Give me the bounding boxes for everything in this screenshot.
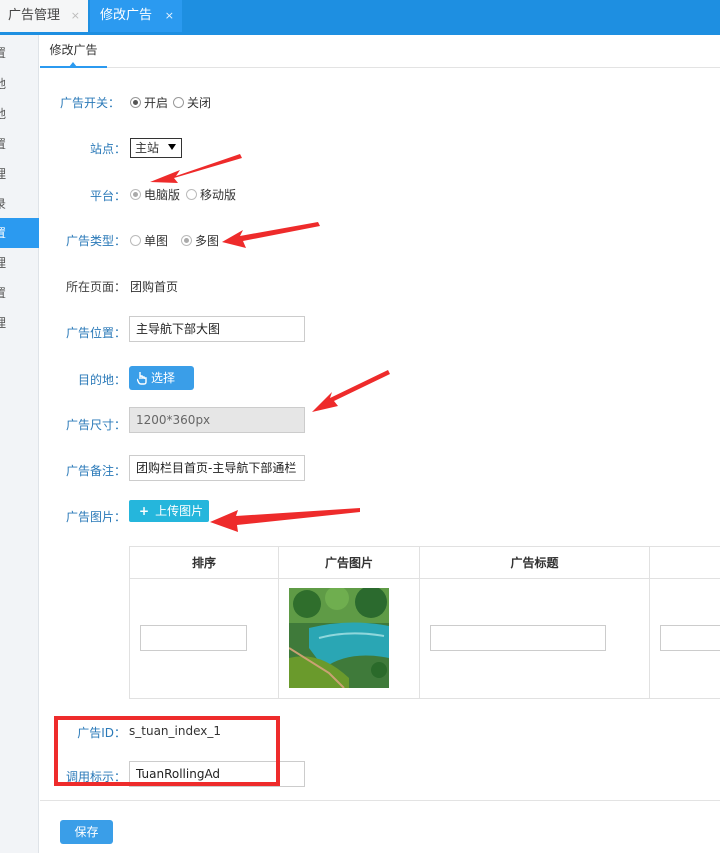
page-value: 团购首页 xyxy=(130,280,179,294)
tab-edit-ad[interactable]: 修改广告 × xyxy=(90,0,182,32)
radio-type-multi[interactable]: 多图 xyxy=(181,232,219,249)
sort-input[interactable] xyxy=(140,625,247,651)
sub-tab-bar: 修改广告 xyxy=(40,35,720,68)
divider xyxy=(40,800,720,801)
image-label: 广告图片： xyxy=(65,510,126,524)
radio-checked-icon[interactable] xyxy=(130,97,141,108)
option-label: 开启 xyxy=(144,96,169,110)
column-header xyxy=(650,547,720,579)
tab-bar: 广告管理 × 修改广告 × xyxy=(0,0,720,32)
site-label: 站点： xyxy=(89,142,126,156)
position-input[interactable]: 主导航下部大图 xyxy=(129,316,305,342)
radio-platform-pc[interactable]: 电脑版 xyxy=(130,186,180,203)
title-cell xyxy=(420,579,650,699)
tab-ad-management[interactable]: 广告管理 × xyxy=(0,0,88,32)
option-label: 关闭 xyxy=(187,96,212,110)
upload-image-button[interactable]: + 上传图片 xyxy=(129,500,209,522)
dropdown-arrow-icon xyxy=(168,144,176,150)
option-label: 多图 xyxy=(195,234,220,248)
sidebar-item[interactable]: 置 xyxy=(0,278,39,308)
column-header: 广告标题 xyxy=(420,547,650,579)
column-header: 广告图片 xyxy=(279,547,420,579)
highlight-box xyxy=(54,716,280,786)
radio-checked-icon[interactable] xyxy=(130,189,141,200)
sidebar: 置 地 地 置 理 录 置 理 置 理 xyxy=(0,35,39,853)
subtab-edit-ad[interactable]: 修改广告 xyxy=(40,35,107,68)
sidebar-item[interactable]: 置 xyxy=(0,129,39,159)
option-label: 单图 xyxy=(144,234,169,248)
note-label: 广告备注： xyxy=(65,464,126,478)
ad-title-input[interactable] xyxy=(430,625,606,651)
column-header: 排序 xyxy=(130,547,279,579)
sort-cell xyxy=(130,579,279,699)
select-destination-button[interactable]: 选择 xyxy=(129,366,194,390)
save-button[interactable]: 保存 xyxy=(60,820,113,844)
subtab-label: 修改广告 xyxy=(49,43,98,57)
size-label: 广告尺寸： xyxy=(65,418,126,432)
button-label: 选择 xyxy=(151,371,176,385)
page-label: 所在页面： xyxy=(65,280,126,294)
plus-icon: + xyxy=(139,504,150,518)
radio-icon[interactable] xyxy=(173,97,184,108)
size-input: 1200*360px xyxy=(129,407,305,433)
site-select-value: 主站 xyxy=(135,141,160,155)
position-label: 广告位置： xyxy=(65,326,126,340)
extra-cell xyxy=(650,579,720,699)
radio-icon[interactable] xyxy=(130,235,141,246)
arrow-icon xyxy=(222,222,320,248)
hand-pointer-icon xyxy=(136,372,147,385)
image-table: 排序 广告图片 广告标题 xyxy=(129,546,720,699)
radio-switch-off[interactable]: 关闭 xyxy=(173,94,211,111)
note-input[interactable]: 团购栏目首页-主导航下部通栏 xyxy=(129,455,305,481)
radio-icon[interactable] xyxy=(186,189,197,200)
close-icon[interactable]: × xyxy=(165,0,174,32)
platform-label: 平台： xyxy=(89,189,126,203)
arrow-icon xyxy=(210,508,360,532)
radio-type-single[interactable]: 单图 xyxy=(130,232,168,249)
sidebar-item[interactable]: 置 xyxy=(0,38,39,68)
ad-image-thumbnail[interactable] xyxy=(289,588,389,688)
type-label: 广告类型： xyxy=(65,234,126,248)
button-label: 上传图片 xyxy=(155,504,204,518)
image-cell xyxy=(279,579,420,699)
sidebar-item[interactable]: 理 xyxy=(0,308,39,338)
sidebar-item[interactable]: 理 xyxy=(0,248,39,278)
switch-label: 广告开关： xyxy=(59,96,120,110)
caret-up-icon xyxy=(69,62,77,67)
destination-label: 目的地： xyxy=(77,373,126,387)
sidebar-item[interactable]: 录 xyxy=(0,189,39,219)
arrow-icon xyxy=(150,154,242,183)
close-icon[interactable]: × xyxy=(71,0,80,32)
arrow-icon xyxy=(312,370,390,412)
tab-label: 修改广告 xyxy=(100,8,153,23)
radio-switch-on[interactable]: 开启 xyxy=(130,94,168,111)
extra-input[interactable] xyxy=(660,625,720,651)
sidebar-item[interactable]: 理 xyxy=(0,159,39,189)
tab-label: 广告管理 xyxy=(8,8,61,23)
option-label: 移动版 xyxy=(200,188,237,202)
option-label: 电脑版 xyxy=(144,188,181,202)
site-select[interactable]: 主站 xyxy=(130,138,182,158)
radio-platform-mobile[interactable]: 移动版 xyxy=(186,186,236,203)
radio-checked-icon[interactable] xyxy=(181,235,192,246)
sidebar-item-active[interactable]: 置 xyxy=(0,218,39,248)
